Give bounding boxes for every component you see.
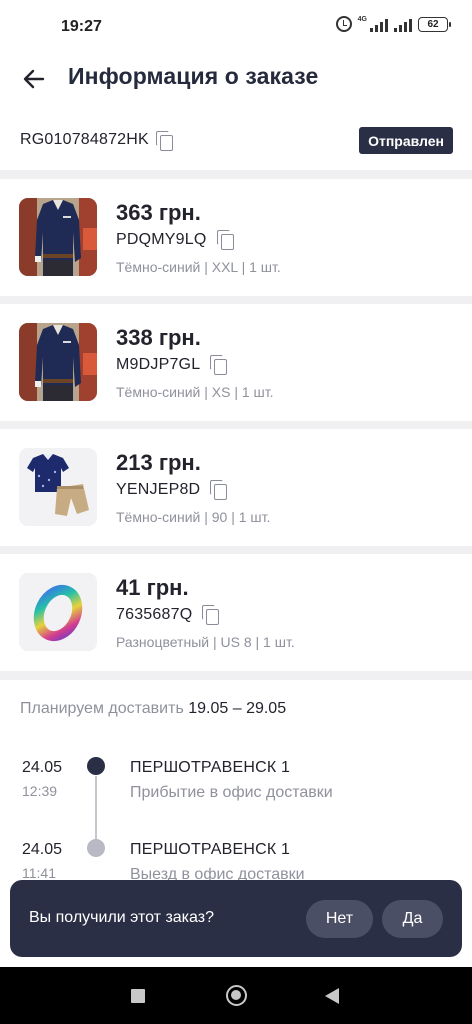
product-sku-line: PDQMY9LQ: [116, 230, 235, 250]
product-variant: Разноцветный | US 8 | 1 шт.: [116, 634, 295, 650]
prompt-question: Вы получили этот заказ?: [29, 909, 214, 926]
product-image-navy-shirt: [19, 323, 97, 401]
timeline-dot: [87, 839, 105, 857]
no-button[interactable]: Нет: [306, 900, 373, 938]
order-id: RG010784872HK: [20, 131, 149, 148]
timeline-dot-active: [87, 757, 105, 775]
status-bar: 19:27 4G 62: [0, 0, 472, 52]
copy-icon[interactable]: [210, 355, 228, 375]
product-sku: YENJEP8D: [116, 481, 201, 498]
event-description: Прибытие в офис доставки: [130, 784, 333, 801]
delivery-plan: Планируем доставить 19.05 – 29.05: [20, 700, 286, 718]
product-image-kids-polo-shorts-set: [19, 448, 97, 526]
copy-icon[interactable]: [156, 131, 174, 151]
arrow-left-icon: [23, 69, 45, 89]
product-sku: M9DJP7GL: [116, 356, 201, 373]
product-price: 338 грн.: [116, 325, 201, 350]
battery-icon: 62: [418, 16, 451, 32]
page-title: Информация о заказе: [68, 63, 319, 89]
product-card[interactable]: 363 грн. PDQMY9LQ Тёмно-синий | XXL | 1 …: [0, 179, 472, 296]
status-badge: Отправлен: [359, 127, 453, 154]
delivery-plan-label: Планируем доставить: [20, 700, 184, 717]
product-card[interactable]: 338 грн. M9DJP7GL Тёмно-синий | XS | 1 ш…: [0, 304, 472, 421]
product-sku-line: YENJEP8D: [116, 480, 228, 500]
status-time: 19:27: [61, 18, 102, 35]
product-price: 213 грн.: [116, 450, 201, 475]
home-icon[interactable]: [226, 985, 247, 1006]
product-card[interactable]: 41 грн. 7635687Q Разноцветный | US 8 | 1…: [0, 554, 472, 671]
order-received-prompt: Вы получили этот заказ? Нет Да: [10, 880, 462, 957]
status-icons: 4G 62: [335, 16, 451, 32]
product-image-navy-shirt: [19, 198, 97, 276]
product-sku-line: 7635687Q: [116, 605, 220, 625]
signal-icon: [370, 16, 388, 32]
copy-icon[interactable]: [202, 605, 220, 625]
back-triangle-icon[interactable]: [325, 988, 339, 1004]
copy-icon[interactable]: [210, 480, 228, 500]
event-date: 24.05: [22, 841, 63, 858]
product-image-rainbow-ring: [19, 573, 97, 651]
product-sku: 7635687Q: [116, 606, 193, 623]
product-price: 41 грн.: [116, 575, 189, 600]
product-card[interactable]: 213 грн. YENJEP8D Тёмно-синий | 90 | 1 ш…: [0, 429, 472, 546]
product-sku: PDQMY9LQ: [116, 231, 207, 248]
recents-icon[interactable]: [131, 989, 145, 1003]
product-variant: Тёмно-синий | XXL | 1 шт.: [116, 259, 281, 275]
event-time: 11:41: [22, 865, 56, 881]
event-city: ПЕРШОТРАВЕНСК 1: [130, 841, 291, 858]
product-variant: Тёмно-синий | 90 | 1 шт.: [116, 509, 271, 525]
app-header: Информация о заказе: [0, 52, 472, 106]
product-sku-line: M9DJP7GL: [116, 355, 228, 375]
copy-icon[interactable]: [216, 230, 235, 250]
event-date: 24.05: [22, 759, 63, 776]
system-nav-bar: [0, 967, 472, 1024]
signal-icon-2: [394, 16, 412, 32]
yes-button[interactable]: Да: [382, 900, 443, 938]
alarm-icon: [335, 16, 352, 32]
order-row: RG010784872HK Отправлен: [0, 106, 472, 170]
event-time: 12:39: [22, 783, 58, 799]
back-button[interactable]: [18, 63, 50, 95]
product-price: 363 грн.: [116, 200, 201, 225]
delivery-plan-dates: 19.05 – 29.05: [188, 700, 287, 717]
product-variant: Тёмно-синий | XS | 1 шт.: [116, 384, 274, 400]
event-city: ПЕРШОТРАВЕНСК 1: [130, 759, 291, 776]
network-type: 4G: [357, 16, 367, 23]
